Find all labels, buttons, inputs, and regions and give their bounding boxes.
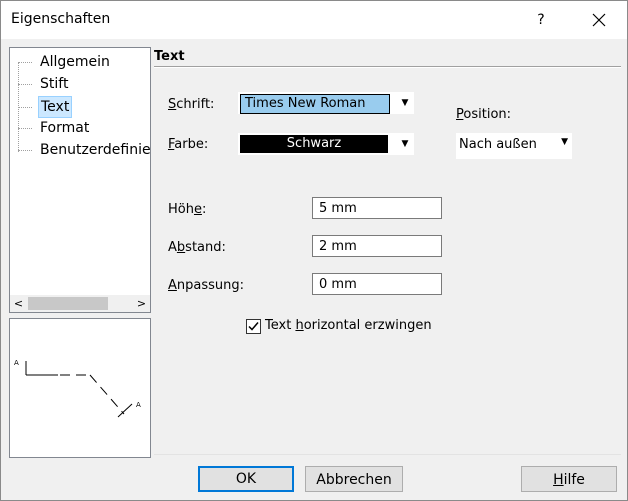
- schrift-label: Schrift:: [168, 97, 215, 112]
- help-title-button[interactable]: ?: [529, 1, 553, 39]
- abstand-input[interactable]: 2 mm: [312, 235, 442, 257]
- scroll-left-icon[interactable]: <: [10, 295, 27, 312]
- tree-item-format[interactable]: Format: [18, 118, 91, 138]
- checkmark-icon: [248, 322, 259, 331]
- anpassung-label: Anpassung:: [168, 278, 245, 293]
- close-icon: [592, 13, 606, 27]
- position-label: Position:: [456, 107, 512, 122]
- tree-item-label: Allgemein: [40, 54, 110, 70]
- preview-marker-top: A: [14, 359, 19, 367]
- position-select[interactable]: Nach außen ▼: [456, 133, 572, 159]
- tree-item-stift[interactable]: Stift: [18, 74, 70, 94]
- section-title: Text: [154, 49, 185, 64]
- color-select-value: Schwarz: [240, 135, 388, 153]
- hoehe-input[interactable]: 5 mm: [312, 197, 442, 219]
- force-horizontal-label[interactable]: Text horizontal erzwingen: [265, 318, 432, 333]
- tree-item-label: Stift: [40, 76, 69, 92]
- tree-item-benutzerdefiniert[interactable]: Benutzerdefinier: [18, 140, 151, 160]
- hoehe-label: Höhe:: [168, 202, 207, 217]
- dropdown-arrow-icon: ▼: [401, 98, 409, 108]
- farbe-label: Farbe:: [168, 137, 209, 152]
- tree-item-text[interactable]: Text: [18, 96, 73, 118]
- section-divider: [154, 66, 621, 68]
- dimension-line-preview-graphic: A A: [14, 359, 141, 418]
- tree-item-label: Benutzerdefinier: [40, 142, 151, 158]
- cancel-button[interactable]: Abbrechen: [305, 466, 403, 492]
- force-horizontal-checkbox[interactable]: [246, 319, 261, 334]
- properties-dialog: Eigenschaften ? Allgemein Stift Text For…: [0, 0, 628, 501]
- abstand-label: Abstand:: [168, 240, 226, 255]
- tree-horizontal-scrollbar[interactable]: < >: [10, 295, 150, 312]
- close-button[interactable]: [581, 1, 617, 39]
- color-select[interactable]: Schwarz ▼: [237, 132, 415, 156]
- ok-button[interactable]: OK: [198, 466, 294, 492]
- bottom-divider: [154, 454, 621, 455]
- scroll-thumb[interactable]: [28, 297, 108, 310]
- tree-item-label: Format: [40, 120, 90, 136]
- dimension-preview: A A: [9, 318, 151, 458]
- preview-marker-bottom: A: [136, 401, 141, 409]
- dropdown-arrow-icon: ▼: [401, 139, 409, 149]
- help-button[interactable]: Hilfe: [521, 466, 617, 492]
- title-bar: Eigenschaften ?: [1, 1, 627, 39]
- scroll-right-icon[interactable]: >: [133, 295, 150, 312]
- dropdown-arrow-icon: ▼: [561, 137, 568, 147]
- font-select-value: Times New Roman: [240, 94, 390, 114]
- category-tree[interactable]: Allgemein Stift Text Format Benutzerdefi…: [9, 47, 151, 313]
- tree-item-allgemein[interactable]: Allgemein: [18, 52, 112, 72]
- font-select[interactable]: Times New Roman ▼: [237, 91, 415, 115]
- anpassung-input[interactable]: 0 mm: [312, 273, 442, 295]
- position-select-value: Nach außen: [459, 137, 537, 152]
- tree-item-label: Text: [38, 96, 73, 118]
- dialog-title: Eigenschaften: [11, 11, 111, 27]
